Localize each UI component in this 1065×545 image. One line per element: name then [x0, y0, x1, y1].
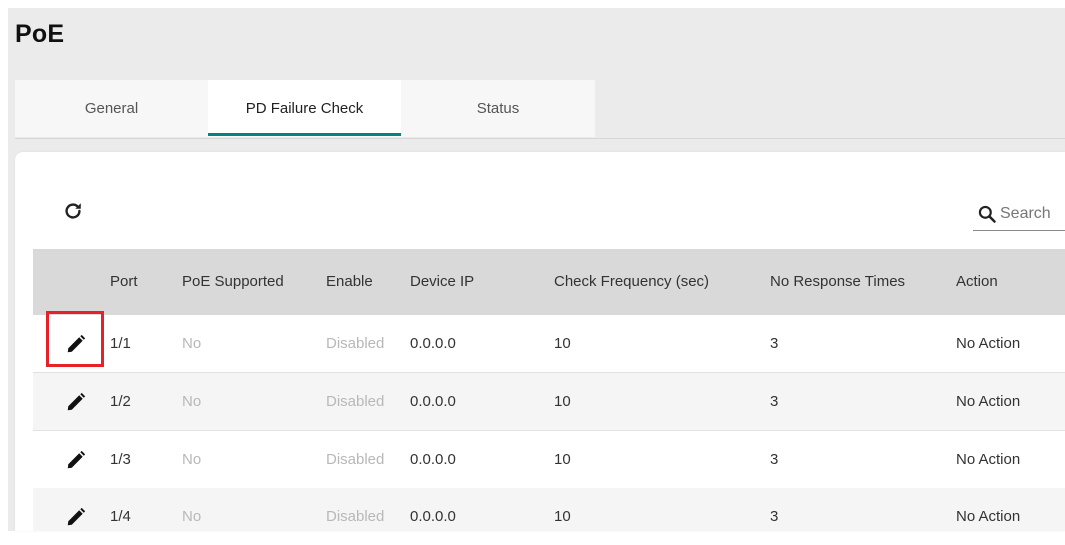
cell-action: No Action — [956, 393, 1021, 410]
table-row: 1/4 No Disabled 0.0.0.0 10 3 No Action — [33, 488, 1065, 531]
search-box[interactable] — [973, 197, 1065, 231]
column-header-poe-supported: PoE Supported — [182, 273, 284, 290]
cell-enable: Disabled — [326, 335, 385, 352]
cell-no-response-times: 3 — [770, 508, 779, 525]
cell-action: No Action — [956, 451, 1021, 468]
cell-port: 1/4 — [110, 508, 131, 525]
column-header-check-frequency: Check Frequency (sec) — [554, 273, 710, 290]
table-header: Port PoE Supported Enable Device IP Chec… — [33, 249, 1065, 315]
active-tab-indicator — [208, 133, 401, 136]
cell-poe-supported: No — [182, 393, 202, 410]
search-icon — [978, 205, 996, 223]
cell-check-frequency: 10 — [554, 393, 571, 410]
cell-poe-supported: No — [182, 508, 202, 525]
tab-bar: General PD Failure Check Status — [15, 80, 1065, 139]
cell-poe-supported: No — [182, 451, 202, 468]
search-input[interactable] — [997, 204, 1062, 223]
cell-check-frequency: 10 — [554, 451, 571, 468]
cell-check-frequency: 10 — [554, 335, 571, 352]
cell-port: 1/1 — [110, 335, 131, 352]
edit-button[interactable] — [65, 391, 87, 413]
page-title: PoE — [15, 20, 65, 48]
tab-general[interactable]: General — [15, 80, 208, 137]
table-row: 1/2 No Disabled 0.0.0.0 10 3 No Action — [33, 373, 1065, 431]
cell-action: No Action — [956, 335, 1021, 352]
table-row: 1/1 No Disabled 0.0.0.0 10 3 No Action — [33, 315, 1065, 373]
column-header-action: Action — [956, 273, 998, 290]
column-header-port: Port — [110, 273, 138, 290]
cell-device-ip: 0.0.0.0 — [410, 335, 456, 352]
cell-device-ip: 0.0.0.0 — [410, 508, 456, 525]
cell-enable: Disabled — [326, 508, 385, 525]
refresh-icon — [65, 203, 81, 219]
cell-device-ip: 0.0.0.0 — [410, 451, 456, 468]
tab-status[interactable]: Status — [401, 80, 595, 137]
cell-no-response-times: 3 — [770, 393, 779, 410]
cell-action: No Action — [956, 508, 1021, 525]
column-header-enable: Enable — [326, 273, 373, 290]
table-row: 1/3 No Disabled 0.0.0.0 10 3 No Action — [33, 431, 1065, 489]
cell-no-response-times: 3 — [770, 451, 779, 468]
pencil-icon — [67, 392, 86, 411]
column-header-device-ip: Device IP — [410, 273, 475, 290]
edit-button[interactable] — [65, 449, 87, 471]
cell-port: 1/2 — [110, 393, 131, 410]
cell-no-response-times: 3 — [770, 335, 779, 352]
cell-port: 1/3 — [110, 451, 131, 468]
cell-enable: Disabled — [326, 451, 385, 468]
tab-pd-failure-check[interactable]: PD Failure Check — [208, 80, 401, 137]
column-header-no-response-times: No Response Times — [770, 273, 906, 290]
pencil-icon — [67, 334, 86, 353]
cell-poe-supported: No — [182, 335, 202, 352]
refresh-button[interactable] — [62, 200, 84, 222]
cell-check-frequency: 10 — [554, 508, 571, 525]
edit-button[interactable] — [65, 506, 87, 528]
cell-device-ip: 0.0.0.0 — [410, 393, 456, 410]
edit-button[interactable] — [65, 333, 87, 355]
pencil-icon — [67, 450, 86, 469]
cell-enable: Disabled — [326, 393, 385, 410]
pencil-icon — [67, 507, 86, 526]
